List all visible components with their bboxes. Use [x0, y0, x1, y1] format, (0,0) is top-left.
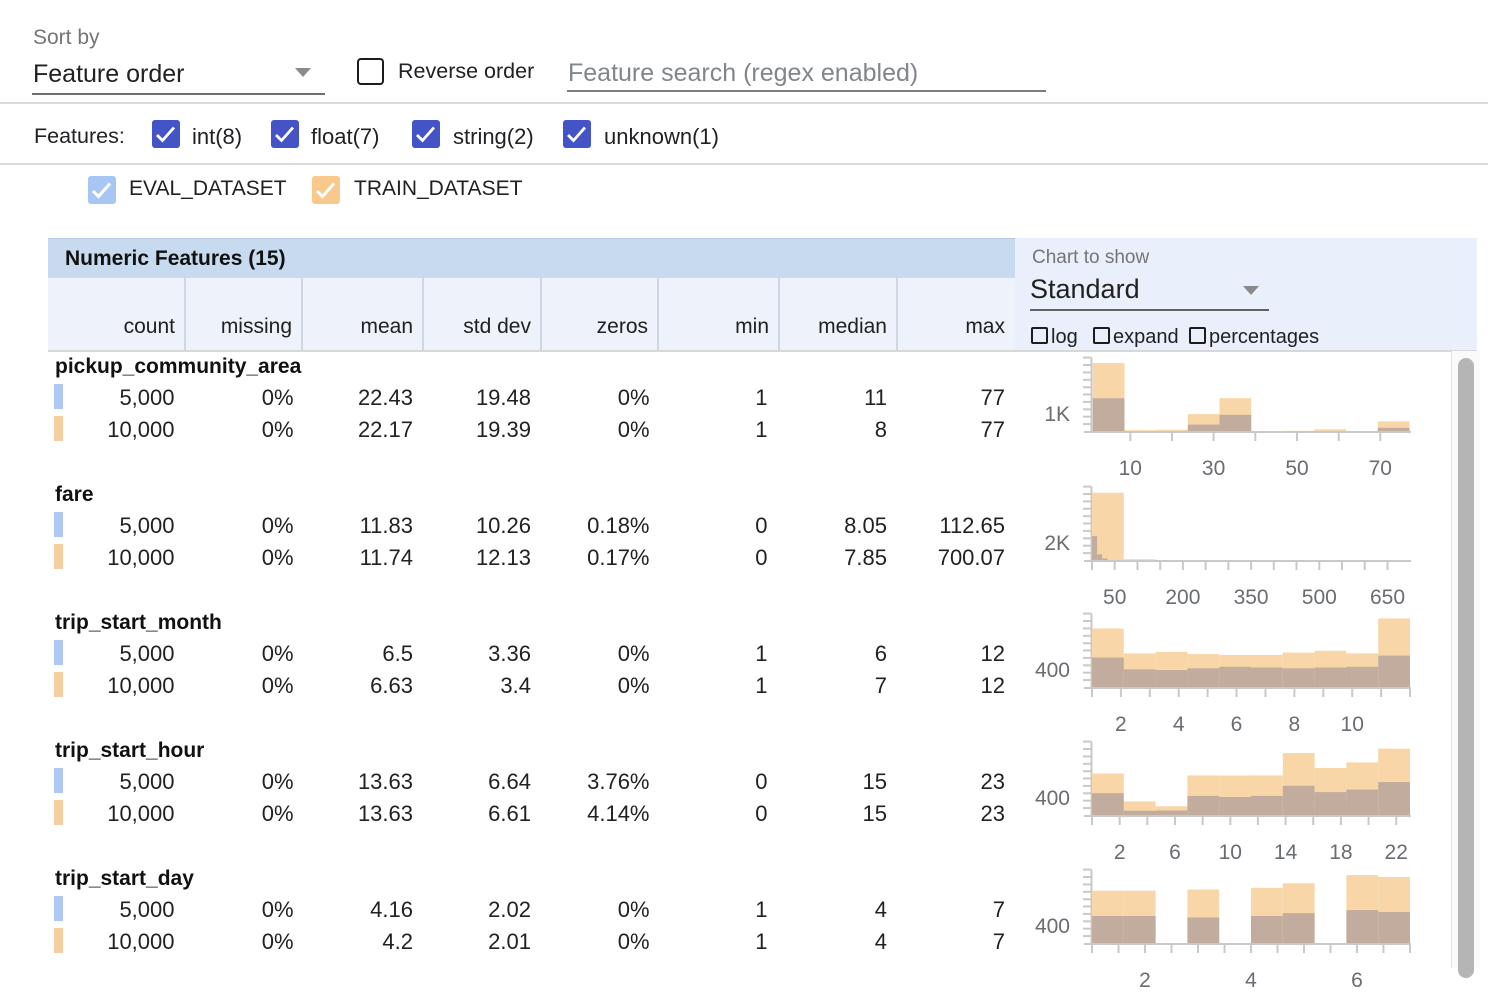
svg-text:500: 500 [1302, 586, 1337, 609]
svg-text:650: 650 [1370, 586, 1405, 609]
svg-text:400: 400 [1035, 787, 1070, 810]
svg-text:2: 2 [1139, 969, 1151, 992]
svg-text:400: 400 [1035, 659, 1070, 682]
svg-text:10: 10 [1119, 457, 1142, 480]
svg-text:70: 70 [1369, 457, 1392, 480]
svg-text:6: 6 [1351, 969, 1363, 992]
svg-text:10: 10 [1341, 713, 1364, 736]
svg-text:50: 50 [1103, 586, 1126, 609]
svg-text:10: 10 [1219, 841, 1242, 864]
svg-text:6: 6 [1169, 841, 1181, 864]
svg-text:4: 4 [1173, 713, 1185, 736]
svg-text:18: 18 [1329, 841, 1352, 864]
svg-text:50: 50 [1285, 457, 1308, 480]
svg-text:1K: 1K [1044, 403, 1070, 426]
svg-text:400: 400 [1035, 915, 1070, 938]
svg-text:30: 30 [1202, 457, 1225, 480]
svg-text:6: 6 [1231, 713, 1243, 736]
svg-text:2: 2 [1115, 713, 1127, 736]
svg-text:350: 350 [1234, 586, 1269, 609]
svg-text:8: 8 [1289, 713, 1301, 736]
svg-text:4: 4 [1245, 969, 1257, 992]
svg-text:200: 200 [1165, 586, 1200, 609]
svg-text:14: 14 [1274, 841, 1298, 864]
svg-text:22: 22 [1385, 841, 1408, 864]
svg-text:2: 2 [1114, 841, 1126, 864]
svg-text:2K: 2K [1044, 532, 1070, 555]
